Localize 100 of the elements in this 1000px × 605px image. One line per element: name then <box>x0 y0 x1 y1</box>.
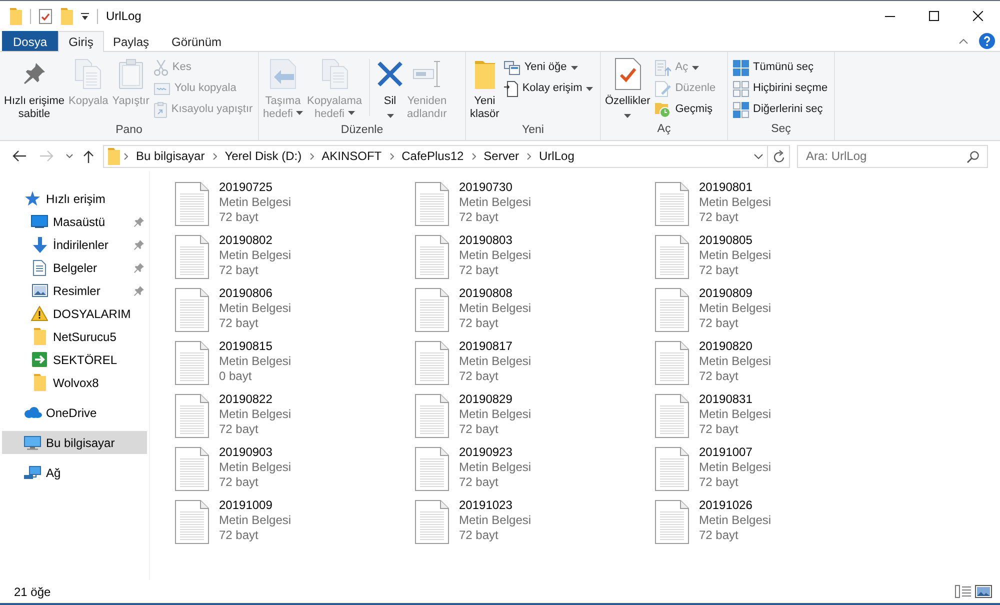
nav-item[interactable]: Ağ <box>2 461 147 484</box>
breadcrumb[interactable]: CafePlus12 <box>398 147 468 165</box>
file-name[interactable]: 20190903 <box>219 445 272 460</box>
text-file-icon[interactable] <box>415 447 449 491</box>
chevron-down-icon <box>66 154 72 158</box>
text-file-icon[interactable] <box>655 235 689 279</box>
ribbon-button[interactable]: Geçmiş <box>652 99 719 120</box>
file-name[interactable]: 20190809 <box>699 286 752 301</box>
file-name[interactable]: 20190808 <box>459 286 512 301</box>
nav-item[interactable]: Resimler <box>2 279 147 302</box>
nav-item[interactable]: Wolvox8 <box>2 371 147 394</box>
file-name[interactable]: 20191026 <box>699 498 752 513</box>
breadcrumb[interactable]: UrlLog <box>535 147 578 165</box>
text-file-icon[interactable] <box>175 288 209 332</box>
file-name[interactable]: 20191007 <box>699 445 752 460</box>
file-name[interactable]: 20191023 <box>459 498 512 513</box>
file-name[interactable]: 20190923 <box>459 445 512 460</box>
nav-item[interactable]: SEKTÖREL <box>2 348 147 371</box>
file-name[interactable]: 20190802 <box>219 233 272 248</box>
chevron-icon <box>310 152 314 160</box>
breadcrumb[interactable]: AKINSOFT <box>318 147 386 165</box>
text-file-icon[interactable] <box>415 235 449 279</box>
text-file-icon[interactable] <box>655 341 689 385</box>
file-name[interactable]: 20190829 <box>459 392 512 407</box>
nav-item[interactable]: DOSYALARIM <box>2 302 147 325</box>
text-file-icon[interactable] <box>175 447 209 491</box>
breadcrumb[interactable]: Yerel Disk (D:) <box>220 147 306 165</box>
file-name[interactable]: 20190820 <box>699 339 752 354</box>
refresh-button[interactable] <box>768 144 790 168</box>
chevron-down-icon[interactable] <box>754 154 763 158</box>
ribbon-button[interactable]: Hızlı erişime sabitle <box>2 55 67 122</box>
ribbon-button[interactable]: Yeni öğe <box>501 57 596 78</box>
file-name[interactable]: 20190730 <box>459 180 512 195</box>
group-label: Pano <box>116 124 142 136</box>
file-name[interactable]: 20190725 <box>219 180 272 195</box>
text-file-icon[interactable] <box>175 500 209 544</box>
ribbon-button[interactable]: Kolay erişim <box>501 78 596 99</box>
file-name[interactable]: 20190822 <box>219 392 272 407</box>
text-file-icon[interactable] <box>655 500 689 544</box>
nav-item[interactable]: Hızlı erişim <box>2 187 147 210</box>
file-name[interactable]: 20190805 <box>699 233 752 248</box>
nav-item[interactable]: İndirilenler <box>2 233 147 256</box>
text-file-icon[interactable] <box>415 341 449 385</box>
ribbon-tab[interactable]: Görünüm <box>158 31 235 51</box>
file-name[interactable]: 20190817 <box>459 339 512 354</box>
text-file-icon[interactable] <box>655 288 689 332</box>
page-pencil-icon <box>655 80 672 96</box>
ribbon-tab[interactable]: Paylaş <box>104 31 158 51</box>
file-name[interactable]: 20190831 <box>699 392 752 407</box>
ribbon-button[interactable]: Tümünü seç <box>730 57 831 78</box>
file-name[interactable]: 20190801 <box>699 180 752 195</box>
ribbon-button[interactable]: Sil <box>375 55 406 120</box>
text-file-icon[interactable] <box>415 500 449 544</box>
text-file-icon[interactable] <box>415 394 449 438</box>
text-file-icon[interactable] <box>655 447 689 491</box>
file-name[interactable]: 20190803 <box>459 233 512 248</box>
ribbon-button[interactable]: Diğerlerini seç <box>730 99 831 120</box>
scissors-icon <box>154 60 168 76</box>
nav-item[interactable]: Masaüstü <box>2 210 147 233</box>
file-size: 72 bayt <box>699 210 738 225</box>
folder-icon <box>108 148 120 164</box>
large-icons-view-icon[interactable] <box>975 585 992 598</box>
file-menu-tab[interactable]: Dosya <box>2 31 58 51</box>
help-icon[interactable] <box>979 33 995 49</box>
ribbon-button[interactable]: Hiçbirini seçme <box>730 78 831 99</box>
details-view-icon[interactable] <box>955 585 971 598</box>
text-file-icon[interactable] <box>175 182 209 226</box>
search-field[interactable]: Ara: UrlLog <box>797 144 988 168</box>
nav-item[interactable]: Belgeler <box>2 256 147 279</box>
page-arrow-icon <box>270 58 296 88</box>
breadcrumb[interactable]: Server <box>480 147 524 165</box>
maximize-icon <box>929 11 939 21</box>
text-file-icon[interactable] <box>655 394 689 438</box>
text-file-icon[interactable] <box>175 394 209 438</box>
folder-icon[interactable] <box>10 8 22 24</box>
file-type: Metin Belgesi <box>459 460 532 475</box>
page-check-icon <box>614 58 641 90</box>
folder-icon[interactable] <box>61 8 73 24</box>
text-file-icon[interactable] <box>175 341 209 385</box>
file-name[interactable]: 20191009 <box>219 498 272 513</box>
ribbon-button[interactable]: Yeni klasör <box>468 55 502 122</box>
collapse-chevron-icon[interactable] <box>959 38 968 44</box>
chevron-icon <box>527 152 532 160</box>
text-file-icon[interactable] <box>655 182 689 226</box>
nav-item[interactable]: OneDrive <box>2 401 147 424</box>
file-size: 72 bayt <box>459 369 498 384</box>
nav-item[interactable]: Bu bilgisayar <box>2 431 147 454</box>
text-file-icon[interactable] <box>415 288 449 332</box>
file-name[interactable]: 20190806 <box>219 286 272 301</box>
caret-icon[interactable] <box>81 12 89 20</box>
nav-item[interactable]: NetSurucu5 <box>2 325 147 348</box>
text-file-icon[interactable] <box>175 235 209 279</box>
cloud-icon <box>24 407 42 418</box>
breadcrumb[interactable]: Bu bilgisayar <box>132 147 209 165</box>
document-check-icon[interactable] <box>39 8 52 24</box>
address-field[interactable]: Bu bilgisayar Yerel Disk (D:) AKINSOFT CafePlus12 Server UrlLog <box>103 144 768 168</box>
ribbon-button[interactable]: Özellikler <box>603 55 652 120</box>
text-file-icon[interactable] <box>415 182 449 226</box>
ribbon-tab[interactable]: Giriş <box>58 31 104 52</box>
file-name[interactable]: 20190815 <box>219 339 272 354</box>
